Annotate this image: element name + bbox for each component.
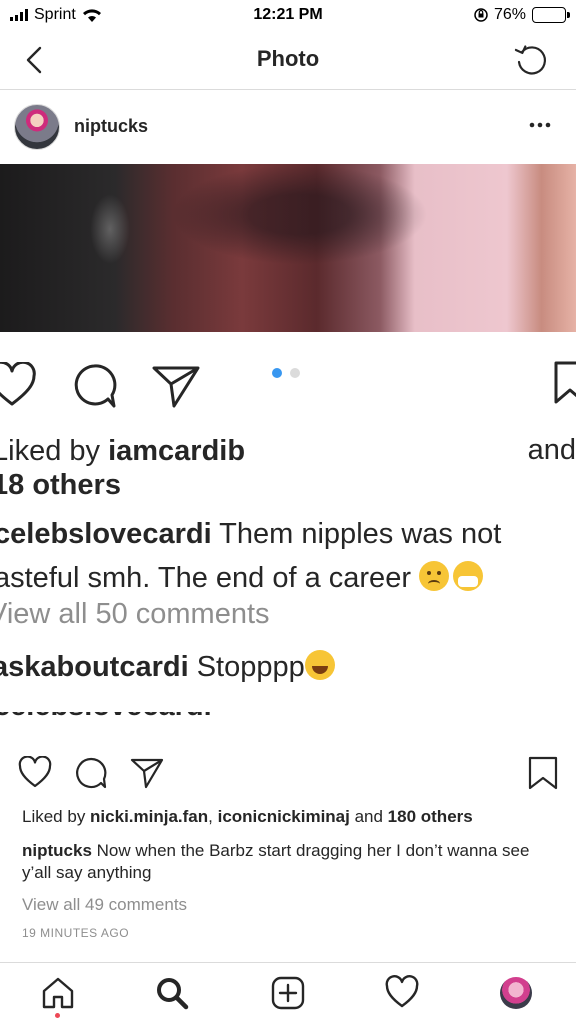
carousel-dot-active — [272, 368, 282, 378]
battery-percent: 76% — [493, 6, 526, 23]
heart-icon[interactable] — [384, 975, 420, 1011]
laughing-emoji — [304, 650, 335, 680]
heart-icon — [0, 362, 36, 406]
add-icon[interactable] — [270, 975, 306, 1011]
send-icon[interactable] — [130, 756, 164, 790]
photo-inner-actions — [0, 354, 576, 414]
liker-link[interactable]: nicki.minja.fan — [90, 807, 208, 826]
caption: niptucks Now when the Barbz start draggi… — [22, 840, 562, 884]
post-actions — [0, 750, 576, 796]
comment-icon[interactable] — [74, 756, 108, 790]
likes-line: Liked by nicki.minja.fan, iconicnickimin… — [22, 807, 473, 826]
photo-inner-cut-line: celebslovecardi — [0, 712, 570, 722]
profile-avatar-tab[interactable] — [500, 977, 532, 1009]
photo-inner-likes: Liked by iamcardib 18 others — [0, 435, 246, 501]
carousel-indicator — [272, 368, 300, 378]
mask-face-emoji — [453, 561, 484, 591]
likes-count-link[interactable]: 180 others — [388, 807, 473, 826]
battery-icon — [532, 7, 570, 23]
orientation-lock-icon — [474, 8, 488, 22]
photo-inner-comment: askaboutcardi Stopppp — [0, 650, 568, 684]
view-all-comments-link[interactable]: View all 49 comments — [22, 894, 562, 916]
photo-inner-view-all: View all 50 comments — [0, 598, 270, 630]
caption-username[interactable]: niptucks — [22, 841, 92, 860]
refresh-icon[interactable] — [512, 40, 552, 80]
photo-image-region — [0, 164, 576, 332]
photo-inner-caption: celebslovecardi Them nipples was not ast… — [0, 518, 502, 594]
status-bar: Sprint 12:21 PM 76% — [0, 0, 576, 30]
liker-link[interactable]: iconicnickiminaj — [218, 807, 350, 826]
home-icon[interactable] — [40, 975, 76, 1011]
caption-text: Now when the Barbz start dragging her I … — [22, 841, 530, 882]
send-icon — [152, 366, 200, 408]
battery-indicator: 76% — [474, 6, 570, 24]
post-header: niptucks — [0, 90, 576, 164]
bookmark-icon — [554, 361, 576, 404]
search-icon[interactable] — [154, 975, 190, 1011]
carousel-dot — [290, 368, 300, 378]
photo-inner-likes-and: and — [527, 434, 576, 466]
post-timestamp: 19 MINUTES AGO — [22, 926, 130, 940]
bookmark-icon[interactable] — [526, 756, 560, 790]
nav-bar: Photo — [0, 30, 576, 90]
more-icon[interactable] — [526, 120, 554, 130]
notification-dot — [55, 1013, 60, 1018]
avatar[interactable] — [14, 104, 60, 150]
sad-face-emoji — [419, 561, 450, 591]
post-photo[interactable]: Liked by iamcardib 18 others and celebsl… — [0, 164, 576, 738]
heart-icon[interactable] — [18, 756, 52, 790]
comment-icon — [74, 364, 117, 408]
page-title: Photo — [256, 46, 320, 71]
post-username[interactable]: niptucks — [74, 116, 148, 137]
tab-bar — [0, 962, 576, 1024]
